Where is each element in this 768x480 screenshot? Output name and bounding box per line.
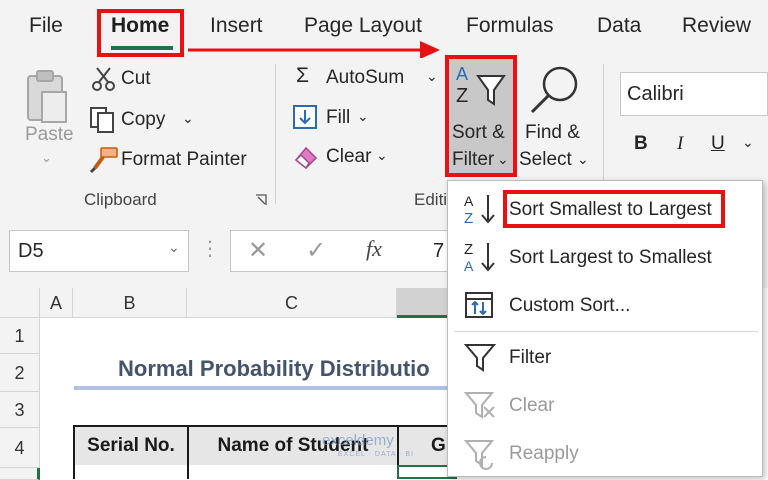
row-header-4[interactable]: 4: [0, 428, 40, 468]
autosum-dropdown-chevron-icon[interactable]: ⌄: [426, 68, 438, 85]
cut-button[interactable]: Cut: [121, 68, 151, 90]
sort-filter-icon: A Z: [456, 64, 506, 107]
fill-button[interactable]: Fill: [326, 107, 350, 129]
sort-filter-label-line2: Filter: [452, 149, 495, 170]
menu-item-reapply[interactable]: Reapply: [448, 430, 762, 476]
menu-item-custom-sort[interactable]: Custom Sort...: [448, 282, 762, 328]
sort-ascending-icon: A Z: [464, 193, 495, 227]
copy-button[interactable]: Copy: [121, 109, 165, 131]
format-painter-icon: [89, 147, 118, 174]
clear-filter-icon: [463, 392, 495, 419]
sheet-title: Normal Probability Distributio: [118, 356, 430, 381]
watermark-logo: exceldemy: [322, 432, 394, 449]
watermark-name: exceldemy: [322, 432, 394, 449]
find-select-label-line2[interactable]: Select: [519, 149, 572, 171]
clear-button[interactable]: Clear: [326, 146, 371, 168]
fill-down-icon: [293, 105, 317, 129]
find-select-dropdown-chevron-icon[interactable]: ⌄: [577, 151, 589, 168]
tab-file[interactable]: File: [29, 14, 63, 38]
home-highlight-box: [97, 9, 184, 57]
tab-formulas[interactable]: Formulas: [466, 14, 554, 38]
font-name-input[interactable]: Calibri: [620, 72, 768, 116]
find-select-label-line1[interactable]: Find &: [525, 122, 580, 144]
tab-data[interactable]: Data: [597, 14, 641, 38]
cancel-entry-icon[interactable]: ✕: [248, 236, 268, 265]
sort-filter-dropdown-chevron-icon: ⌄: [497, 151, 509, 167]
bold-button[interactable]: B: [634, 133, 648, 155]
select-all-corner[interactable]: [0, 288, 40, 318]
column-header-b[interactable]: B: [73, 288, 187, 318]
svg-text:Z: Z: [464, 210, 473, 227]
paste-dropdown-chevron-icon[interactable]: ⌄: [41, 150, 52, 166]
row-header-3[interactable]: 3: [0, 392, 40, 428]
row-header-1[interactable]: 1: [0, 318, 40, 354]
menu-item-clear[interactable]: Clear: [448, 382, 762, 428]
eraser-icon: [294, 146, 318, 170]
underline-button[interactable]: U: [711, 133, 725, 155]
formula-input[interactable]: 7: [433, 240, 444, 263]
magnifier-icon: [530, 66, 578, 114]
confirm-entry-icon[interactable]: ✓: [306, 236, 326, 265]
underline-dropdown-chevron-icon[interactable]: ⌄: [742, 134, 754, 151]
watermark-tagline: EXCEL · DATA · BI: [338, 451, 414, 458]
sort-smallest-highlight-box: [503, 190, 725, 228]
copy-dropdown-chevron-icon[interactable]: ⌄: [182, 110, 194, 127]
menu-item-sort-largest-to-smallest[interactable]: Z A Sort Largest to Smallest: [448, 234, 762, 280]
column-header-c[interactable]: C: [187, 288, 397, 318]
sigma-icon: Σ: [296, 64, 309, 87]
insert-function-icon[interactable]: fx: [366, 236, 382, 262]
svg-text:Z: Z: [456, 85, 468, 107]
menu-separator: [454, 331, 758, 332]
header-serial-no: Serial No.: [73, 425, 189, 467]
clipboard-group-label: Clipboard: [84, 190, 157, 209]
scissors-icon: [92, 67, 115, 91]
name-box[interactable]: D5: [9, 230, 189, 272]
menu-label: Sort Largest to Smallest: [509, 247, 712, 268]
menu-label: Clear: [509, 395, 555, 416]
menu-label: Reapply: [509, 443, 579, 464]
italic-button[interactable]: I: [677, 133, 683, 155]
menu-item-filter[interactable]: Filter: [448, 334, 762, 380]
fill-dropdown-chevron-icon[interactable]: ⌄: [357, 108, 369, 125]
reapply-filter-icon: [463, 440, 495, 470]
paste-icon[interactable]: [24, 68, 68, 124]
svg-text:Z: Z: [464, 241, 473, 258]
group-separator: [275, 64, 276, 204]
menu-label: Filter: [509, 347, 552, 368]
row-header-2[interactable]: 2: [0, 354, 40, 392]
tab-page-layout[interactable]: Page Layout: [304, 14, 422, 38]
menu-label: Custom Sort...: [509, 295, 631, 316]
vertical-ellipsis-icon: ⋮: [200, 238, 220, 260]
name-box-dropdown-chevron-icon[interactable]: ⌄: [168, 239, 180, 256]
sort-filter-label-line1: Sort &: [452, 122, 505, 143]
dialog-launcher-icon[interactable]: [254, 193, 268, 207]
filter-funnel-icon: [463, 344, 497, 372]
sort-descending-icon: Z A: [464, 241, 495, 274]
row-header-5[interactable]: [0, 468, 40, 480]
format-painter-button[interactable]: Format Painter: [121, 149, 247, 171]
custom-sort-icon: [465, 292, 493, 318]
paste-label[interactable]: Paste: [25, 124, 74, 146]
font-name-value: Calibri: [627, 83, 684, 105]
column-header-a[interactable]: A: [40, 288, 73, 318]
tab-review[interactable]: Review: [682, 14, 751, 38]
svg-text:A: A: [464, 258, 474, 274]
autosum-button[interactable]: AutoSum: [326, 67, 404, 89]
svg-text:A: A: [464, 193, 474, 209]
svg-text:A: A: [456, 64, 468, 84]
clear-dropdown-chevron-icon[interactable]: ⌄: [376, 147, 388, 164]
copy-icon: [90, 107, 114, 133]
editing-group-label: Editi: [414, 190, 448, 209]
tab-insert[interactable]: Insert: [210, 14, 263, 38]
